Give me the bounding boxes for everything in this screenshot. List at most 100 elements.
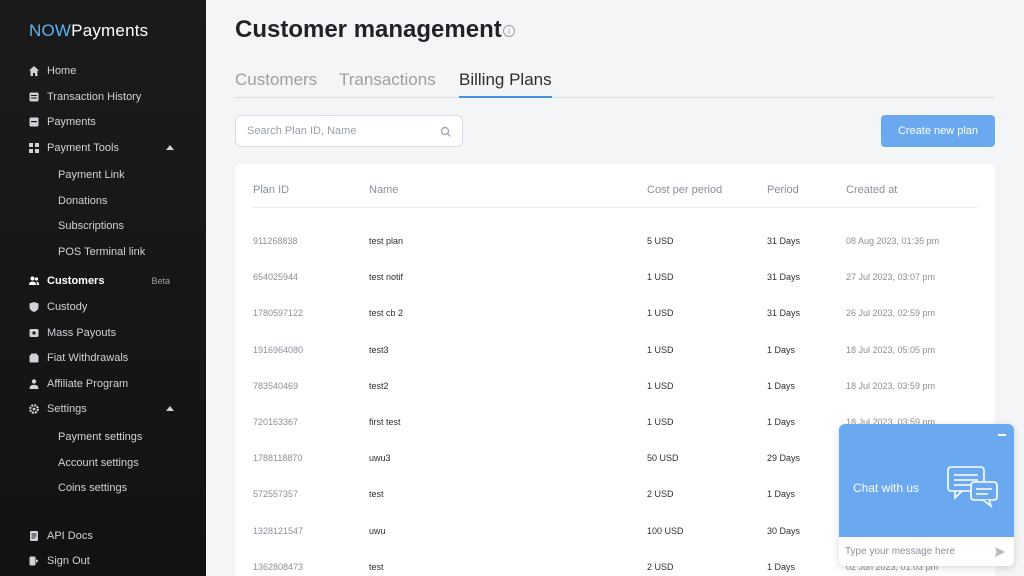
cell-cost: 100 USD	[647, 525, 684, 536]
sidebar-subitem-payment-settings[interactable]: Payment settings	[58, 429, 142, 445]
minimize-icon[interactable]	[998, 434, 1006, 436]
chat-input-bar	[839, 537, 1014, 566]
payments-icon	[28, 116, 40, 128]
sidebar-item-label: Customers	[47, 275, 105, 287]
sidebar-item-settings[interactable]: Settings	[28, 400, 184, 418]
cell-cost: 1 USD	[647, 272, 674, 283]
sidebar-item-mass-payouts[interactable]: Mass Payouts	[28, 324, 184, 342]
sidebar-item-fiat-withdrawals[interactable]: Fiat Withdrawals	[28, 349, 184, 367]
tab-billing-plans[interactable]: Billing Plans	[459, 70, 552, 98]
sidebar-subitem-account-settings[interactable]: Account settings	[58, 455, 139, 471]
column-header-created-at: Created at	[846, 184, 898, 196]
cell-plan-id: 1328121547	[253, 525, 304, 536]
cell-period: 31 Days	[767, 236, 801, 246]
beta-badge: Beta	[151, 276, 170, 286]
chevron-up-icon[interactable]	[166, 145, 174, 150]
cell-period: 29 Days	[767, 453, 801, 464]
sidebar-item-transaction-history[interactable]: Transaction History	[28, 88, 184, 106]
table-row[interactable]: 783540469 test2 1 USD 1 Days 18 Jul 2023, 03…	[253, 381, 977, 417]
cell-plan-id: 1362808473	[253, 561, 304, 572]
cell-plan-id: 1780597122	[253, 308, 304, 319]
bank-icon	[28, 352, 40, 364]
cell-name: test	[369, 489, 384, 500]
sidebar-item-home[interactable]: Home	[28, 62, 184, 80]
table-row[interactable]: 911268838 test plan 5 USD 31 Days 08 Aug 202…	[253, 236, 977, 272]
cell-name: test3	[369, 344, 389, 355]
cell-period: 1 Days	[767, 489, 796, 500]
cell-plan-id: 654025944	[253, 272, 299, 283]
cell-cost: 2 USD	[647, 561, 674, 572]
sidebar-item-payments[interactable]: Payments	[28, 113, 184, 131]
cell-created-at: 26 Jul 2023, 02:59 pm	[846, 308, 936, 319]
cell-name: first test	[369, 417, 401, 427]
chat-widget: Chat with us	[839, 424, 1014, 566]
cell-created-at: 08 Aug 2023, 01:35 pm	[846, 236, 940, 246]
sidebar-subitem-pos-terminal-link[interactable]: POS Terminal link	[58, 244, 145, 260]
sidebar-item-affiliate-program[interactable]: Affiliate Program	[28, 375, 184, 393]
sidebar-item-label: Affiliate Program	[47, 378, 129, 390]
cell-period: 1 Days	[767, 561, 796, 572]
cell-plan-id: 720163367	[253, 417, 299, 427]
chat-header[interactable]: Chat with us	[839, 424, 1014, 537]
brand-logo-payments: Payments	[71, 21, 149, 40]
sidebar-item-custody[interactable]: Custody	[28, 298, 184, 316]
tab-transactions[interactable]: Transactions	[339, 70, 436, 98]
sidebar-item-label: Sign Out	[47, 555, 90, 567]
search-box	[235, 115, 463, 147]
chevron-up-icon[interactable]	[166, 406, 174, 411]
table-row[interactable]: 1780597122 test cb 2 1 USD 31 Days 26 Jul 20…	[253, 308, 977, 344]
table-row[interactable]: 654025944 test notif 1 USD 31 Days 27 Jul 20…	[253, 272, 977, 308]
search-input[interactable]	[236, 116, 426, 146]
grid-icon	[28, 142, 40, 154]
cell-period: 1 Days	[767, 344, 796, 355]
cell-created-at: 18 Jul 2023, 03:59 pm	[846, 380, 936, 391]
cell-name: test plan	[369, 236, 404, 246]
tab-customers[interactable]: Customers	[235, 70, 317, 98]
table-row[interactable]: 1916964080 test3 1 USD 1 Days 18 Jul 2023, 0…	[253, 345, 977, 381]
send-icon[interactable]	[994, 545, 1006, 557]
sidebar-item-label: Fiat Withdrawals	[47, 352, 129, 364]
cell-period: 31 Days	[767, 308, 801, 319]
sidebar: NOWPayments Home Transaction History Pay…	[0, 0, 206, 576]
cell-name: test	[369, 561, 384, 572]
cell-name: test cb 2	[369, 308, 404, 319]
sidebar-item-customers[interactable]: Customers Beta	[28, 272, 184, 290]
cell-period: 30 Days	[767, 525, 801, 536]
tab-bar: Customers Transactions Billing Plans	[235, 70, 995, 98]
cell-name: uwu3	[369, 453, 391, 464]
chat-bubbles-icon	[947, 466, 999, 509]
shield-icon	[28, 301, 40, 313]
cell-name: test notif	[369, 272, 404, 283]
docs-icon	[28, 530, 40, 542]
cell-name: test2	[369, 380, 389, 391]
cell-created-at: 27 Jul 2023, 03:07 pm	[846, 272, 936, 283]
sidebar-item-api-docs[interactable]: API Docs	[28, 527, 184, 545]
search-icon[interactable]	[440, 125, 452, 137]
brand-logo[interactable]: NOWPayments	[29, 21, 148, 41]
sidebar-item-label: Mass Payouts	[47, 327, 117, 339]
sidebar-subitem-subscriptions[interactable]: Subscriptions	[58, 218, 124, 234]
chat-message-input[interactable]	[839, 537, 984, 566]
info-icon[interactable]: i	[503, 25, 515, 37]
column-header-cost: Cost per period	[647, 184, 723, 196]
cell-created-at: 18 Jul 2023, 05:05 pm	[846, 344, 936, 355]
cell-cost: 5 USD	[647, 236, 674, 246]
payouts-icon	[28, 327, 40, 339]
sidebar-item-sign-out[interactable]: Sign Out	[28, 552, 184, 570]
create-new-plan-button[interactable]: Create new plan	[881, 115, 995, 147]
sidebar-subitem-coins-settings[interactable]: Coins settings	[58, 480, 127, 496]
column-header-period: Period	[767, 184, 799, 196]
cell-plan-id: 783540469	[253, 380, 299, 391]
column-header-plan-id: Plan ID	[253, 184, 290, 196]
sidebar-item-payment-tools[interactable]: Payment Tools	[28, 139, 184, 157]
cell-plan-id: 572557357	[253, 489, 299, 500]
brand-logo-now: NOW	[29, 21, 72, 40]
cell-plan-id: 911268838	[253, 236, 298, 246]
sidebar-item-label: Home	[47, 65, 77, 77]
cell-period: 1 Days	[767, 380, 796, 391]
cell-name: uwu	[369, 525, 386, 536]
sidebar-subitem-payment-link[interactable]: Payment Link	[58, 167, 125, 183]
chat-title: Chat with us	[853, 481, 920, 495]
sidebar-subitem-donations[interactable]: Donations	[58, 193, 108, 209]
table-header: Plan ID Name Cost per period Period Crea…	[253, 164, 977, 208]
